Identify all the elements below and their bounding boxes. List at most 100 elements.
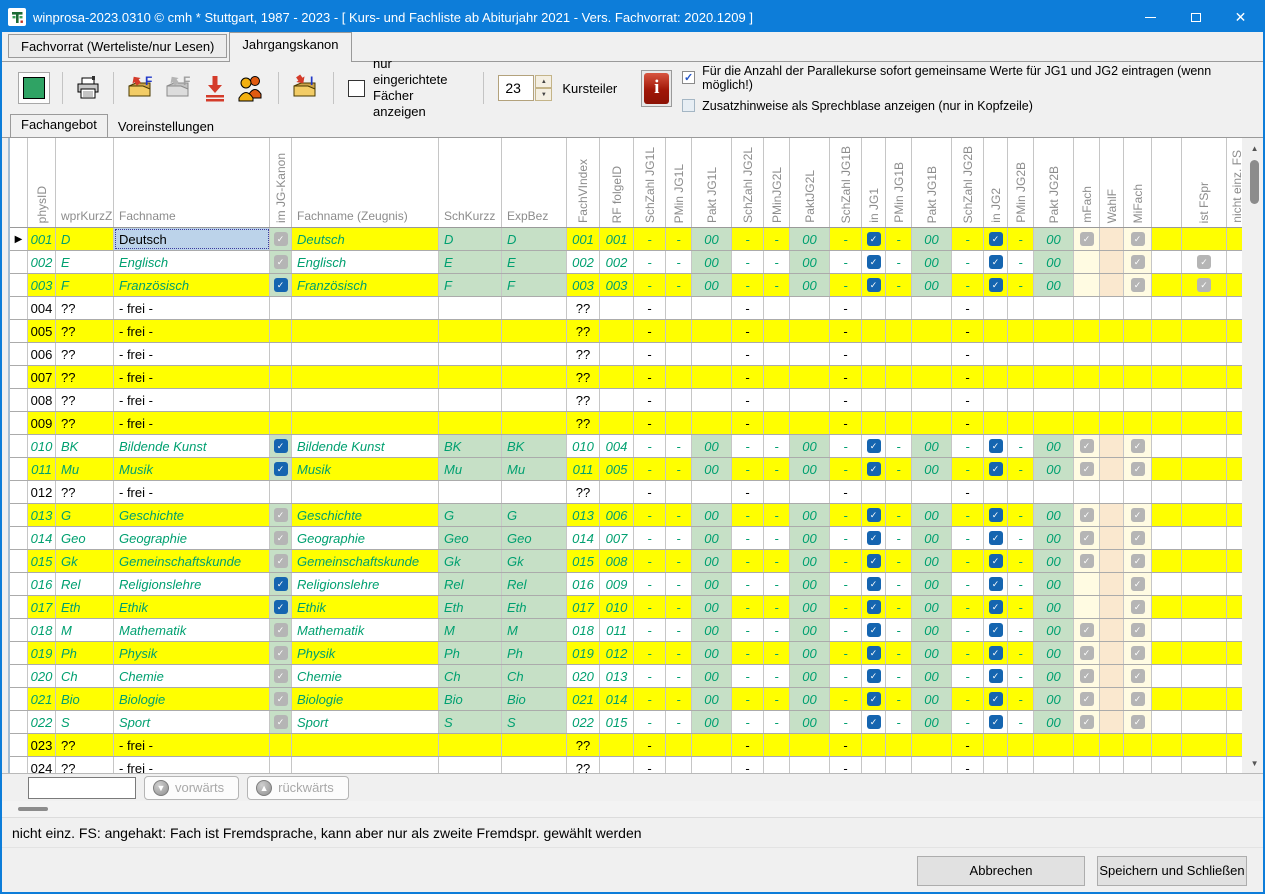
cell-imJGKanon-003[interactable]: ✓ — [270, 274, 292, 296]
cell-fachnameZeugnis-012[interactable] — [292, 481, 439, 503]
cell-paktJG2B-007[interactable] — [1034, 366, 1074, 388]
cell-schZahlJG2B-012[interactable]: - — [952, 481, 984, 503]
cell-expBez-013[interactable]: G — [502, 504, 567, 526]
cell-expBez-007[interactable] — [502, 366, 567, 388]
vorwaerts-button[interactable]: ▼ vorwärts — [144, 776, 239, 800]
cell-schZahlJG2L-003[interactable]: - — [732, 274, 764, 296]
cell-schKurzz-007[interactable] — [439, 366, 502, 388]
cell-physID-009[interactable]: 009 — [28, 412, 56, 434]
cell-wprKurzZ-011[interactable]: Mu — [56, 458, 114, 480]
cell-schKurzz-011[interactable]: Mu — [439, 458, 502, 480]
row-selector-cell[interactable] — [10, 527, 28, 549]
cell-pMinJG1L-005[interactable] — [666, 320, 692, 342]
cell-rfFolgeID-020[interactable]: 013 — [600, 665, 634, 687]
row-selector-cell[interactable] — [10, 320, 28, 342]
cell-schKurzz-015[interactable]: Gk — [439, 550, 502, 572]
cell-fachnameZeugnis-020[interactable]: Chemie — [292, 665, 439, 687]
cell-pMinJG2B-015[interactable]: - — [1008, 550, 1034, 572]
cell-istFSpr-023[interactable] — [1182, 734, 1227, 756]
cell-paktJG2B-009[interactable] — [1034, 412, 1074, 434]
row-selector-cell[interactable] — [10, 481, 28, 503]
cell-pMinJG1B-007[interactable] — [886, 366, 912, 388]
cell-paktJG2B-022[interactable]: 00 — [1034, 711, 1074, 733]
cell-pMinJG1B-005[interactable] — [886, 320, 912, 342]
cell-schZahlJG2B-024[interactable]: - — [952, 757, 984, 773]
cell-inJG1-015[interactable]: ✓ — [862, 550, 886, 572]
cell-paktJG2L-010[interactable]: 00 — [790, 435, 830, 457]
cell-pMinJG2B-005[interactable] — [1008, 320, 1034, 342]
cell-pMinJG2L-012[interactable] — [764, 481, 790, 503]
cell-pMinJG2B-022[interactable]: - — [1008, 711, 1034, 733]
inJG2-checkbox[interactable]: ✓ — [989, 577, 1003, 591]
cell-inJG2-012[interactable] — [984, 481, 1008, 503]
cell-schKurzz-012[interactable] — [439, 481, 502, 503]
cell-schKurzz-004[interactable] — [439, 297, 502, 319]
cell-paktJG2B-004[interactable] — [1034, 297, 1074, 319]
cell-inJG2-005[interactable] — [984, 320, 1008, 342]
cell-schZahlJG1L-001[interactable]: - — [634, 228, 666, 250]
cell-pMinJG2L-015[interactable]: - — [764, 550, 790, 572]
cell-schZahlJG1L-021[interactable]: - — [634, 688, 666, 710]
cell-rfFolgeID-014[interactable]: 007 — [600, 527, 634, 549]
cell-schZahlJG1B-024[interactable]: - — [830, 757, 862, 773]
cell-paktJG2B-011[interactable]: 00 — [1034, 458, 1074, 480]
tab-voreinstellungen[interactable]: Voreinstellungen — [108, 117, 224, 137]
cell-fachnameZeugnis-010[interactable]: Bildende Kunst — [292, 435, 439, 457]
cell-mFach-007[interactable] — [1074, 366, 1100, 388]
inJG1-checkbox[interactable]: ✓ — [867, 554, 881, 568]
cell-fachname-023[interactable]: - frei - — [114, 734, 270, 756]
cell-schZahlJG2B-019[interactable]: - — [952, 642, 984, 664]
cell-paktJG2B-020[interactable]: 00 — [1034, 665, 1074, 687]
cell-physID-002[interactable]: 002 — [28, 251, 56, 273]
cell-nichtEinzFS-020[interactable] — [1227, 665, 1242, 687]
cell-expBez-011[interactable]: Mu — [502, 458, 567, 480]
cell-rfFolgeID-002[interactable]: 002 — [600, 251, 634, 273]
cell-fachnameZeugnis-017[interactable]: Ethik — [292, 596, 439, 618]
cell-paktJG1B-001[interactable]: 00 — [912, 228, 952, 250]
cell-pMinJG1B-012[interactable] — [886, 481, 912, 503]
cell-mFach-022[interactable]: ✓ — [1074, 711, 1100, 733]
cell-fachVIndex-021[interactable]: 021 — [567, 688, 600, 710]
inJG2-checkbox[interactable]: ✓ — [989, 600, 1003, 614]
cell-imJGKanon-013[interactable]: ✓ — [270, 504, 292, 526]
cell-schKurzz-019[interactable]: Ph — [439, 642, 502, 664]
cell-paktJG1B-024[interactable] — [912, 757, 952, 773]
cell-physID-018[interactable]: 018 — [28, 619, 56, 641]
filter-checkbox[interactable] — [348, 80, 365, 97]
cell-inJG2-018[interactable]: ✓ — [984, 619, 1008, 641]
cell-spacer-013[interactable] — [1152, 504, 1182, 526]
cell-mFach-006[interactable] — [1074, 343, 1100, 365]
cell-wprKurzZ-016[interactable]: Rel — [56, 573, 114, 595]
cell-schZahlJG1L-019[interactable]: - — [634, 642, 666, 664]
cell-pMinJG1L-013[interactable]: - — [666, 504, 692, 526]
cell-paktJG1L-013[interactable]: 00 — [692, 504, 732, 526]
cell-paktJG2L-007[interactable] — [790, 366, 830, 388]
cell-paktJG2L-006[interactable] — [790, 343, 830, 365]
cell-inJG1-024[interactable] — [862, 757, 886, 773]
cell-wprKurzZ-020[interactable]: Ch — [56, 665, 114, 687]
cell-spacer-010[interactable] — [1152, 435, 1182, 457]
cell-schZahlJG2L-019[interactable]: - — [732, 642, 764, 664]
zusatzhinweise-checkbox[interactable]: ✓ — [682, 99, 695, 112]
cell-wahlF-008[interactable] — [1100, 389, 1124, 411]
cell-expBez-006[interactable] — [502, 343, 567, 365]
cell-pMinJG1B-009[interactable] — [886, 412, 912, 434]
cell-rfFolgeID-022[interactable]: 015 — [600, 711, 634, 733]
cell-pMinJG1L-017[interactable]: - — [666, 596, 692, 618]
cell-schZahlJG2B-023[interactable]: - — [952, 734, 984, 756]
cell-pMinJG2L-011[interactable]: - — [764, 458, 790, 480]
cell-inJG2-006[interactable] — [984, 343, 1008, 365]
cell-schZahlJG1L-016[interactable]: - — [634, 573, 666, 595]
cell-schZahlJG1B-006[interactable]: - — [830, 343, 862, 365]
cell-pMinJG1L-020[interactable]: - — [666, 665, 692, 687]
cell-nichtEinzFS-015[interactable] — [1227, 550, 1242, 572]
cell-wprKurzZ-003[interactable]: F — [56, 274, 114, 296]
miFach-checkbox[interactable]: ✓ — [1131, 232, 1145, 246]
cell-paktJG2B-019[interactable]: 00 — [1034, 642, 1074, 664]
cell-paktJG1B-008[interactable] — [912, 389, 952, 411]
cell-physID-004[interactable]: 004 — [28, 297, 56, 319]
cell-physID-022[interactable]: 022 — [28, 711, 56, 733]
inJG1-checkbox[interactable]: ✓ — [867, 462, 881, 476]
cell-miFach-014[interactable]: ✓ — [1124, 527, 1152, 549]
miFach-checkbox[interactable]: ✓ — [1131, 669, 1145, 683]
